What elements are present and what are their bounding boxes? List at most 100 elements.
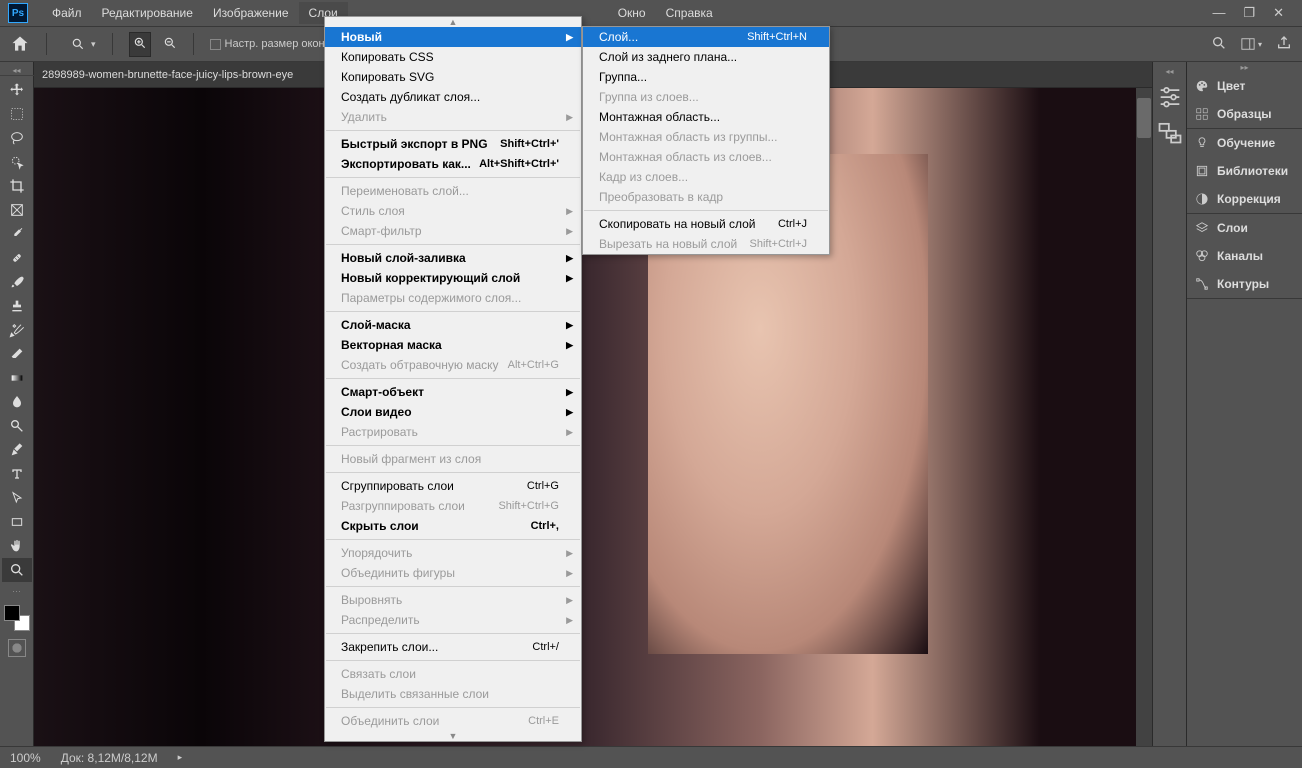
menu-item-вырезать-на-новый-слой: Вырезать на новый слойShift+Ctrl+J	[583, 234, 829, 254]
menu-item-преобразовать-в-кадр: Преобразовать в кадр	[583, 187, 829, 207]
close-button[interactable]: ✕	[1273, 5, 1284, 21]
menu-item-выровнять: Выровнять▶	[325, 590, 581, 610]
menu-item-разгруппировать-слои: Разгруппировать слоиShift+Ctrl+G	[325, 496, 581, 516]
menu-item-слой---[interactable]: Слой...Shift+Ctrl+N	[583, 27, 829, 47]
home-icon[interactable]	[10, 34, 30, 54]
menu-редактирование[interactable]: Редактирование	[92, 2, 203, 24]
menu-item-удалить: Удалить▶	[325, 107, 581, 127]
lasso-tool[interactable]	[2, 126, 32, 150]
share-icon[interactable]	[1276, 35, 1292, 54]
stamp-tool[interactable]	[2, 294, 32, 318]
menu-item-группа-из-слоев---: Группа из слоев...	[583, 87, 829, 107]
right-panels: ▸▸ ЦветОбразцы ОбучениеБиблиотекиКоррекц…	[1186, 62, 1302, 746]
menu-изображение[interactable]: Изображение	[203, 2, 299, 24]
menu-item-объединить-фигуры: Объединить фигуры▶	[325, 563, 581, 583]
crop-tool[interactable]	[2, 174, 32, 198]
panel-контуры[interactable]: Контуры	[1187, 270, 1302, 298]
vertical-scrollbar[interactable]	[1136, 88, 1152, 746]
menu-item-монтажная-область-из-слоев---: Монтажная область из слоев...	[583, 147, 829, 167]
menu-item-слой-из-заднего-плана---[interactable]: Слой из заднего плана...	[583, 47, 829, 67]
panel-collapse-icon[interactable]: ◂◂	[1153, 66, 1187, 76]
path-select-tool[interactable]	[2, 486, 32, 510]
menu-item-создать-обтравочную-маску: Создать обтравочную маскуAlt+Ctrl+G	[325, 355, 581, 375]
resize-windows-checkbox[interactable]: Настр. размер окон	[210, 38, 325, 50]
menu-item-скопировать-на-новый-слой[interactable]: Скопировать на новый слойCtrl+J	[583, 214, 829, 234]
panel-образцы[interactable]: Образцы	[1187, 100, 1302, 128]
marquee-tool[interactable]	[2, 102, 32, 126]
gradient-tool[interactable]	[2, 366, 32, 390]
panel-цвет[interactable]: Цвет	[1187, 72, 1302, 100]
menu-item-векторная-маска[interactable]: Векторная маска▶	[325, 335, 581, 355]
foreground-color-swatch[interactable]	[4, 605, 20, 621]
zoom-tool-preset[interactable]: ▾	[71, 37, 96, 51]
eraser-tool[interactable]	[2, 342, 32, 366]
menubar: Ps ФайлРедактированиеИзображениеСлоиОкно…	[0, 0, 1302, 26]
zoom-tool[interactable]	[2, 558, 32, 582]
history-panel-icon[interactable]	[1156, 118, 1184, 146]
shape-tool[interactable]	[2, 510, 32, 534]
hand-tool[interactable]	[2, 534, 32, 558]
menu-item-копировать-css[interactable]: Копировать CSS	[325, 47, 581, 67]
search-icon[interactable]	[1211, 35, 1227, 54]
healing-tool[interactable]	[2, 246, 32, 270]
minimize-button[interactable]: —	[1212, 5, 1225, 21]
menu-item-группа---[interactable]: Группа...	[583, 67, 829, 87]
zoom-in-icon[interactable]	[129, 32, 151, 57]
toolbox: ◂◂ ⋯	[0, 62, 34, 746]
window-controls: — ❐ ✕	[1212, 5, 1294, 21]
type-tool[interactable]	[2, 462, 32, 486]
frame-tool[interactable]	[2, 198, 32, 222]
panel-обучение[interactable]: Обучение	[1187, 129, 1302, 157]
eyedropper-tool[interactable]	[2, 222, 32, 246]
menu-item-экспортировать-как---[interactable]: Экспортировать как...Alt+Shift+Ctrl+'	[325, 154, 581, 174]
menu-item-сгруппировать-слои[interactable]: Сгруппировать слоиCtrl+G	[325, 476, 581, 496]
brush-tool[interactable]	[2, 270, 32, 294]
dodge-tool[interactable]	[2, 414, 32, 438]
maximize-button[interactable]: ❐	[1243, 5, 1255, 21]
menu-item-смарт-объект[interactable]: Смарт-объект▶	[325, 382, 581, 402]
quick-select-tool[interactable]	[2, 150, 32, 174]
menu-item-слои-видео[interactable]: Слои видео▶	[325, 402, 581, 422]
menu-item-новый-корректирующий-слой[interactable]: Новый корректирующий слой▶	[325, 268, 581, 288]
panel-слои[interactable]: Слои	[1187, 214, 1302, 242]
menu-item-новый-слой-заливка[interactable]: Новый слой-заливка▶	[325, 248, 581, 268]
blur-tool[interactable]	[2, 390, 32, 414]
menu-item-закрепить-слои---[interactable]: Закрепить слои...Ctrl+/	[325, 637, 581, 657]
quick-mask-icon[interactable]	[8, 639, 26, 657]
history-brush-tool[interactable]	[2, 318, 32, 342]
menu-item-выделить-связанные-слои: Выделить связанные слои	[325, 684, 581, 704]
menu-окно[interactable]: Окно	[608, 2, 656, 24]
right-collapse-icon[interactable]: ▸▸	[1187, 62, 1302, 72]
menu-item-монтажная-область-из-группы---: Монтажная область из группы...	[583, 127, 829, 147]
panel-коррекция[interactable]: Коррекция	[1187, 185, 1302, 213]
menu-item-быстрый-экспорт-в-png[interactable]: Быстрый экспорт в PNGShift+Ctrl+'	[325, 134, 581, 154]
menu-item-распределить: Распределить▶	[325, 610, 581, 630]
menu-item-создать-дубликат-слоя---[interactable]: Создать дубликат слоя...	[325, 87, 581, 107]
workspace-switcher-icon[interactable]: ▾	[1241, 37, 1262, 51]
color-swatches[interactable]	[4, 605, 30, 631]
menu-item-копировать-svg[interactable]: Копировать SVG	[325, 67, 581, 87]
document-info[interactable]: Док: 8,12M/8,12M	[61, 751, 158, 765]
toolbox-collapse-icon[interactable]: ◂◂	[0, 66, 34, 76]
menu-файл[interactable]: Файл	[42, 2, 92, 24]
menu-item-переименовать-слой---: Переименовать слой...	[325, 181, 581, 201]
menu-scroll-handle[interactable]: ▼	[325, 731, 581, 741]
menu-item-связать-слои: Связать слои	[325, 664, 581, 684]
menu-scroll-handle[interactable]: ▲	[325, 17, 581, 27]
menu-item-монтажная-область---[interactable]: Монтажная область...	[583, 107, 829, 127]
zoom-level[interactable]: 100%	[10, 751, 41, 765]
zoom-out-icon[interactable]	[163, 36, 177, 53]
menu-item-слой-маска[interactable]: Слой-маска▶	[325, 315, 581, 335]
menu-справка[interactable]: Справка	[656, 2, 723, 24]
menu-item-смарт-фильтр: Смарт-фильтр▶	[325, 221, 581, 241]
menu-item-объединить-слои: Объединить слоиCtrl+E	[325, 711, 581, 731]
menu-item-скрыть-слои[interactable]: Скрыть слоиCtrl+,	[325, 516, 581, 536]
document-tab[interactable]: 2898989-women-brunette-face-juicy-lips-b…	[42, 69, 293, 81]
pen-tool[interactable]	[2, 438, 32, 462]
panel-библиотеки[interactable]: Библиотеки	[1187, 157, 1302, 185]
menu-item-новый[interactable]: Новый▶	[325, 27, 581, 47]
move-tool[interactable]	[2, 78, 32, 102]
properties-panel-icon[interactable]	[1156, 82, 1184, 110]
panel-каналы[interactable]: Каналы	[1187, 242, 1302, 270]
app-logo: Ps	[8, 3, 28, 23]
